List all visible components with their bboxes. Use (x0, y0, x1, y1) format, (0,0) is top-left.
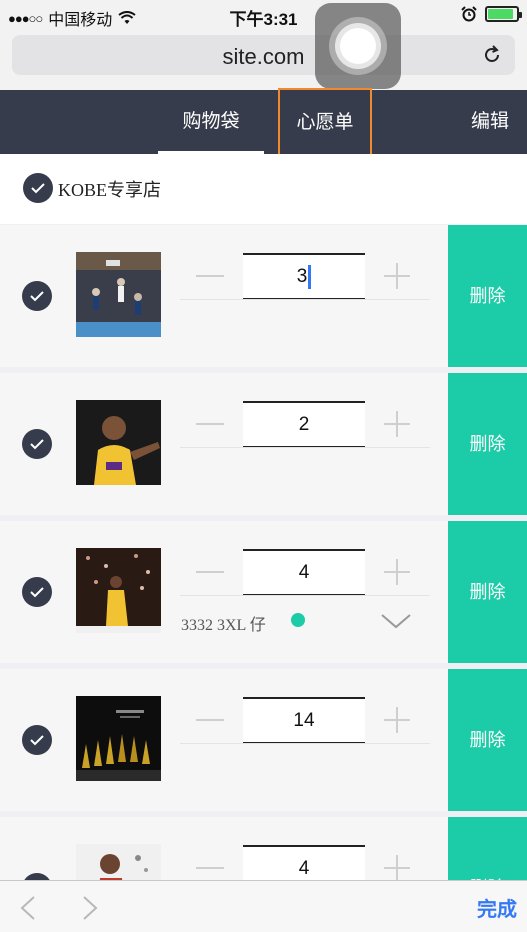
shop-header: KOBE专享店 (0, 154, 527, 224)
top-nav: 购物袋 心愿单 编辑 (0, 88, 527, 158)
reload-icon[interactable] (481, 44, 503, 66)
delete-button[interactable]: 删除 (448, 373, 527, 515)
product-thumbnail[interactable] (76, 548, 161, 633)
product-thumbnail[interactable] (76, 400, 161, 485)
item-select-checkbox[interactable] (22, 429, 52, 459)
chevron-down-icon[interactable] (380, 613, 412, 631)
next-field-icon[interactable] (80, 895, 100, 921)
tab-shopping-bag[interactable]: 购物袋 (158, 90, 264, 154)
browser-address-area: site.com (0, 30, 527, 90)
quantity-input[interactable]: 14 (243, 697, 365, 744)
done-button[interactable]: 完成 (477, 893, 517, 922)
decrease-quantity-button[interactable] (196, 275, 224, 277)
shop-name: KOBE专享店 (58, 180, 161, 200)
color-swatch (291, 613, 305, 627)
delete-button[interactable]: 删除 (448, 521, 527, 663)
url-text: site.com (222, 44, 305, 69)
cart-item: 14 删除 (0, 669, 527, 811)
address-bar[interactable]: site.com (12, 35, 515, 75)
item-select-checkbox[interactable] (22, 577, 52, 607)
text-cursor (308, 264, 312, 289)
tab-wishlist[interactable]: 心愿单 (278, 88, 372, 158)
edit-button[interactable]: 编辑 (465, 90, 515, 154)
checkmark-icon (30, 291, 44, 302)
shop-select-checkbox[interactable] (23, 173, 53, 203)
delete-button[interactable]: 删除 (448, 669, 527, 811)
alarm-clock-icon (461, 6, 477, 22)
checkmark-icon (31, 183, 45, 194)
checkmark-icon (30, 587, 44, 598)
decrease-quantity-button[interactable] (196, 867, 224, 869)
decrease-quantity-button[interactable] (196, 571, 224, 573)
status-time: 下午3:31 (229, 10, 298, 29)
quantity-input[interactable]: 3 (243, 253, 365, 300)
cart-item: 4 3332 3XL 仔 删除 (0, 521, 527, 663)
item-select-checkbox[interactable] (22, 725, 52, 755)
assistive-touch-button[interactable] (315, 3, 401, 89)
quantity-input[interactable]: 4 (243, 549, 365, 596)
cart-item: 2 删除 (0, 373, 527, 515)
checkmark-icon (30, 735, 44, 746)
delete-button[interactable]: 删除 (448, 225, 527, 367)
decrease-quantity-button[interactable] (196, 719, 224, 721)
product-thumbnail[interactable] (76, 252, 161, 337)
status-bar: ●●●○○ 中国移动 下午3:31 (0, 0, 527, 30)
keyboard-accessory-toolbar: 完成 (0, 880, 527, 932)
cart-item: 3 删除 (0, 225, 527, 367)
previous-field-icon[interactable] (18, 895, 38, 921)
item-spec-label: 3332 3XL 仔 (181, 617, 266, 634)
battery-icon (485, 6, 522, 22)
quantity-input[interactable]: 2 (243, 401, 365, 448)
product-thumbnail[interactable] (76, 696, 161, 781)
checkmark-icon (30, 439, 44, 450)
decrease-quantity-button[interactable] (196, 423, 224, 425)
item-select-checkbox[interactable] (22, 281, 52, 311)
